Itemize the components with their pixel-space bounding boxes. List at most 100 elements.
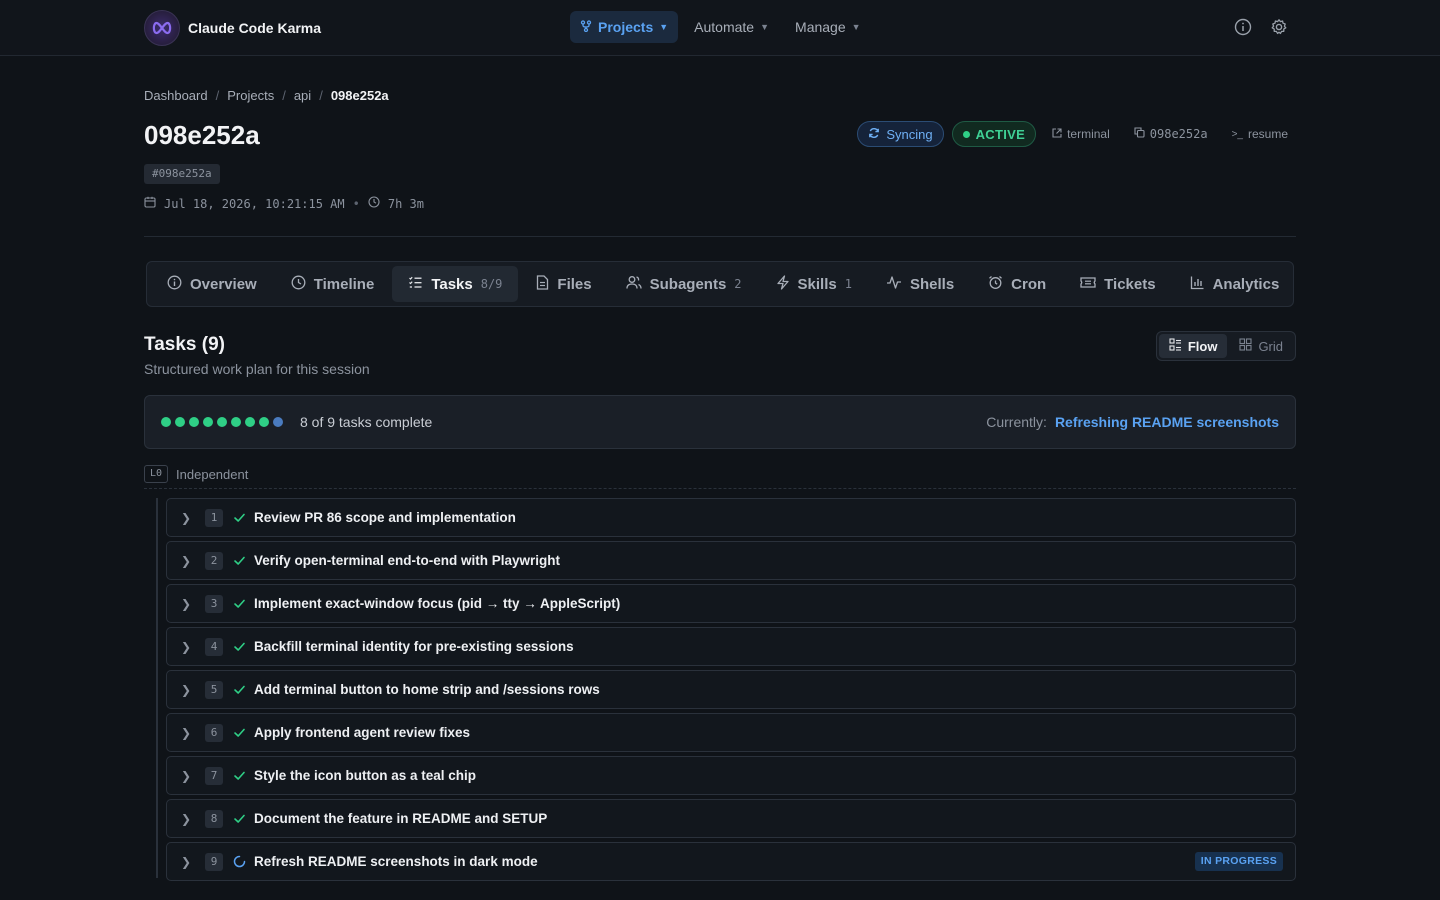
task-number: 4 (205, 637, 223, 656)
tab-overview[interactable]: Overview (151, 266, 273, 302)
breadcrumb-dashboard[interactable]: Dashboard (144, 88, 208, 103)
tab-shells[interactable]: Shells (870, 266, 970, 302)
level-header: L0 Independent (144, 465, 248, 483)
task-label: Implement exact-window focus (pid → tty … (254, 596, 621, 611)
task-row[interactable]: ❯ 9 Refresh README screenshots in dark mod… (166, 842, 1296, 881)
task-row[interactable]: ❯ 5 Add terminal button to home strip and … (166, 670, 1296, 709)
breadcrumb-separator: / (215, 88, 220, 103)
chevron-right-icon[interactable]: ❯ (167, 769, 205, 783)
chevron-right-icon[interactable]: ❯ (167, 683, 205, 697)
tab-analytics[interactable]: Analytics (1174, 266, 1296, 302)
progress-card: 8 of 9 tasks complete Currently: Refresh… (144, 395, 1296, 449)
tab-label: Skills (797, 275, 837, 293)
task-row[interactable]: ❯ 1 Review PR 86 scope and implementation (166, 498, 1296, 537)
breadcrumb-current: 098e252a (330, 88, 389, 103)
gear-icon[interactable] (1270, 18, 1288, 41)
currently-value[interactable]: Refreshing README screenshots (1055, 414, 1279, 430)
bolt-icon (776, 274, 790, 294)
sync-status-badge[interactable]: Syncing (857, 121, 944, 147)
meta-separator: • (352, 196, 360, 211)
chevron-right-icon[interactable]: ❯ (167, 597, 205, 611)
view-grid-button[interactable]: Grid (1229, 334, 1293, 358)
breadcrumb-api[interactable]: api (294, 88, 311, 103)
sync-label: Syncing (886, 126, 933, 142)
page-title: 098e252a (144, 120, 260, 150)
copy-id-button[interactable]: 098e252a (1126, 127, 1216, 141)
tasks-subtitle: Structured work plan for this session (144, 361, 370, 377)
file-icon (536, 274, 549, 294)
main-nav: Projects ▼ Automate ▼ Manage ▼ (570, 11, 871, 43)
progress-dot-complete (189, 417, 199, 427)
info-icon[interactable] (1234, 18, 1252, 41)
task-row[interactable]: ❯ 4 Backfill terminal identity for pre-exi… (166, 627, 1296, 666)
nav-manage[interactable]: Manage ▼ (785, 11, 871, 43)
brand[interactable]: Claude Code Karma (144, 10, 321, 46)
bar-chart-icon (1190, 275, 1205, 294)
task-number: 5 (205, 680, 223, 699)
terminal-button[interactable]: terminal (1044, 127, 1118, 141)
task-number: 9 (205, 852, 223, 871)
pulse-icon (886, 275, 902, 294)
resume-button[interactable]: >_ resume (1224, 127, 1296, 141)
progress-text: 8 of 9 tasks complete (300, 414, 433, 430)
task-row[interactable]: ❯ 6 Apply frontend agent review fixes (166, 713, 1296, 752)
chevron-down-icon: ▼ (760, 22, 770, 32)
chevron-right-icon[interactable]: ❯ (167, 812, 205, 826)
tab-subagents[interactable]: Subagents 2 (610, 266, 758, 302)
clock-icon (368, 196, 380, 211)
check-icon (233, 812, 247, 825)
task-row[interactable]: ❯ 7 Style the icon button as a teal chip (166, 756, 1296, 795)
chevron-right-icon[interactable]: ❯ (167, 855, 205, 869)
session-date: Jul 18, 2026, 10:21:15 AM (164, 196, 345, 211)
chevron-right-icon[interactable]: ❯ (167, 554, 205, 568)
copy-icon (1134, 127, 1145, 141)
currently-label: Currently: (986, 414, 1047, 430)
chevron-down-icon: ▼ (659, 22, 669, 32)
task-list: ❯ 1 Review PR 86 scope and implementation ❯… (166, 498, 1296, 885)
tab-tickets[interactable]: Tickets (1064, 266, 1171, 302)
task-label: Review PR 86 scope and implementation (254, 510, 516, 525)
check-icon (233, 769, 247, 782)
clock-icon (291, 275, 306, 294)
tab-cron[interactable]: Cron (972, 266, 1062, 302)
nav-projects[interactable]: Projects ▼ (570, 11, 679, 43)
app-name: Claude Code Karma (188, 20, 322, 36)
session-duration: 7h 3m (387, 196, 424, 211)
task-row[interactable]: ❯ 2 Verify open-terminal end-to-end with P… (166, 541, 1296, 580)
tree-connector (156, 498, 158, 878)
ticket-icon (1080, 276, 1096, 293)
session-hash-chip: #098e252a (144, 164, 220, 184)
task-number: 1 (205, 508, 223, 527)
progress-dot-complete (231, 417, 241, 427)
task-row[interactable]: ❯ 8 Document the feature in README and SET… (166, 799, 1296, 838)
tab-files[interactable]: Files (520, 266, 607, 302)
progress-dot-complete (245, 417, 255, 427)
tab-skills[interactable]: Skills 1 (760, 266, 868, 302)
breadcrumb-projects[interactable]: Projects (227, 88, 274, 103)
refresh-icon (868, 127, 880, 142)
task-label: Backfill terminal identity for pre-exist… (254, 639, 574, 654)
session-meta: Jul 18, 2026, 10:21:15 AM • 7h 3m (144, 196, 424, 211)
list-icon (408, 275, 423, 294)
task-row[interactable]: ❯ 3 Implement exact-window focus (pid → tt… (166, 584, 1296, 623)
info-icon (167, 275, 182, 294)
tab-tasks[interactable]: Tasks 8/9 (392, 266, 519, 302)
tab-label: Files (557, 275, 592, 293)
nav-automate[interactable]: Automate ▼ (684, 11, 779, 43)
nav-label: Manage (795, 19, 846, 35)
view-flow-label: Flow (1187, 338, 1218, 354)
level-chip: L0 (144, 465, 169, 483)
breadcrumb: Dashboard / Projects / api / 098e252a (144, 88, 389, 103)
spinner-icon (233, 855, 247, 868)
view-flow-button[interactable]: Flow (1158, 334, 1228, 358)
users-icon (625, 275, 642, 294)
chevron-down-icon: ▼ (851, 22, 861, 32)
tab-timeline[interactable]: Timeline (275, 266, 391, 302)
level-label: Independent (176, 466, 249, 482)
active-status-badge: ACTIVE (951, 121, 1037, 147)
tab-label: Cron (1011, 275, 1047, 293)
grid-icon (1239, 338, 1252, 354)
chevron-right-icon[interactable]: ❯ (167, 511, 205, 525)
chevron-right-icon[interactable]: ❯ (167, 640, 205, 654)
chevron-right-icon[interactable]: ❯ (167, 726, 205, 740)
